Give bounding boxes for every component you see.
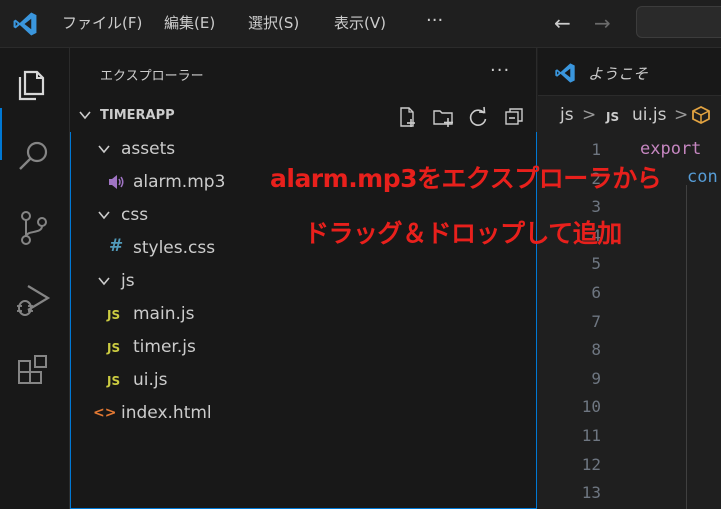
annotation-line-2: ドラッグ＆ドロップして追加 — [304, 219, 622, 248]
active-indicator — [0, 108, 2, 160]
tab-welcome[interactable]: ようこそ — [538, 48, 721, 96]
symbol-method-icon — [692, 105, 710, 125]
run-debug-icon[interactable] — [14, 280, 54, 320]
chevron-down-icon — [98, 277, 110, 286]
line-number: 12 — [581, 454, 601, 474]
source-control-icon[interactable] — [14, 208, 54, 248]
project-section-header[interactable]: TIMERAPP — [70, 102, 537, 132]
tree-folder-assets[interactable]: assets — [71, 132, 536, 165]
back-arrow-icon[interactable]: ← — [554, 12, 571, 34]
line-number: 13 — [581, 483, 601, 503]
indent-guide — [686, 185, 687, 509]
vscode-logo-icon[interactable] — [12, 11, 38, 37]
explorer-title: エクスプローラー — [100, 69, 204, 84]
tree-item-label: main.js — [133, 304, 195, 324]
tree-file-main-js[interactable]: JS main.js — [71, 297, 536, 330]
new-folder-icon[interactable] — [432, 106, 454, 128]
project-name: TIMERAPP — [100, 108, 175, 123]
tab-label: ようこそ — [588, 65, 649, 83]
tree-item-label: ui.js — [133, 370, 168, 390]
extensions-icon[interactable] — [14, 352, 54, 392]
tree-file-timer-js[interactable]: JS timer.js — [71, 330, 536, 363]
explorer-icon[interactable] — [14, 64, 54, 104]
breadcrumb-folder[interactable]: js — [560, 104, 574, 126]
line-number: 5 — [591, 254, 601, 274]
tree-file-index-html[interactable]: <> index.html — [71, 396, 536, 429]
line-number: 11 — [581, 426, 601, 445]
line-number: 6 — [591, 283, 601, 302]
tree-file-ui-js[interactable]: JS ui.js — [71, 363, 536, 396]
code-keyword-const[interactable]: con — [687, 166, 718, 188]
menu-file[interactable]: ファイル(F) — [62, 12, 142, 34]
code-keyword-export[interactable]: export — [640, 138, 701, 160]
menu-selection[interactable]: 選択(S) — [248, 12, 299, 34]
tree-item-label: index.html — [121, 403, 212, 423]
line-number: 9 — [591, 368, 601, 388]
chevron-down-icon — [98, 211, 110, 220]
tree-item-label: timer.js — [133, 337, 196, 357]
js-file-icon: JS — [107, 374, 121, 388]
line-number: 8 — [591, 340, 601, 360]
tree-item-label: assets — [121, 139, 176, 159]
breadcrumb: js > JS ui.js > — [538, 96, 721, 134]
explorer-sidebar: エクスプローラー ··· TIMERAPP assets alarm.mp3 c… — [70, 48, 537, 509]
line-number: 1 — [591, 140, 601, 159]
breadcrumb-file[interactable]: ui.js — [632, 104, 666, 126]
js-file-icon: JS — [107, 341, 121, 355]
css-file-icon: # — [109, 236, 124, 256]
explorer-more-icon[interactable]: ··· — [490, 60, 510, 81]
new-file-icon[interactable] — [397, 106, 419, 128]
editor-area: ようこそ js > JS ui.js > 1 2 3 4 5 6 7 8 9 10 11 12 13 e… — [538, 48, 721, 509]
line-number: 10 — [581, 397, 601, 417]
forward-arrow-icon[interactable]: → — [594, 12, 611, 34]
audio-file-icon — [109, 175, 124, 189]
command-center[interactable] — [636, 6, 721, 38]
tree-item-label: alarm.mp3 — [133, 172, 226, 192]
tree-folder-js[interactable]: js — [71, 264, 536, 297]
activity-bar — [0, 48, 70, 509]
collapse-all-icon[interactable] — [503, 106, 525, 128]
editor-tab-bar: ようこそ — [538, 48, 721, 96]
tree-item-label: css — [121, 205, 149, 225]
tree-item-label: js — [121, 271, 135, 291]
html-file-icon: <> — [93, 405, 117, 421]
refresh-icon[interactable] — [467, 106, 489, 128]
menu-edit[interactable]: 編集(E) — [164, 12, 215, 34]
menu-view[interactable]: 表示(V) — [334, 12, 386, 34]
search-icon[interactable] — [14, 136, 54, 176]
title-bar: ファイル(F) 編集(E) 選択(S) 表示(V) ··· ← → — [0, 0, 721, 48]
vscode-logo-icon — [555, 63, 575, 83]
line-number: 7 — [591, 311, 601, 331]
tree-item-label: styles.css — [133, 238, 216, 258]
menu-more-icon[interactable]: ··· — [426, 10, 443, 32]
annotation-line-1: alarm.mp3をエクスプローラから — [270, 164, 662, 193]
breadcrumb-separator: > — [674, 105, 689, 125]
chevron-down-icon — [79, 111, 91, 120]
breadcrumb-separator: > — [582, 105, 597, 125]
line-number: 3 — [591, 197, 601, 217]
js-file-icon: JS — [107, 308, 121, 322]
js-file-icon: JS — [606, 110, 620, 124]
chevron-down-icon — [98, 145, 110, 154]
